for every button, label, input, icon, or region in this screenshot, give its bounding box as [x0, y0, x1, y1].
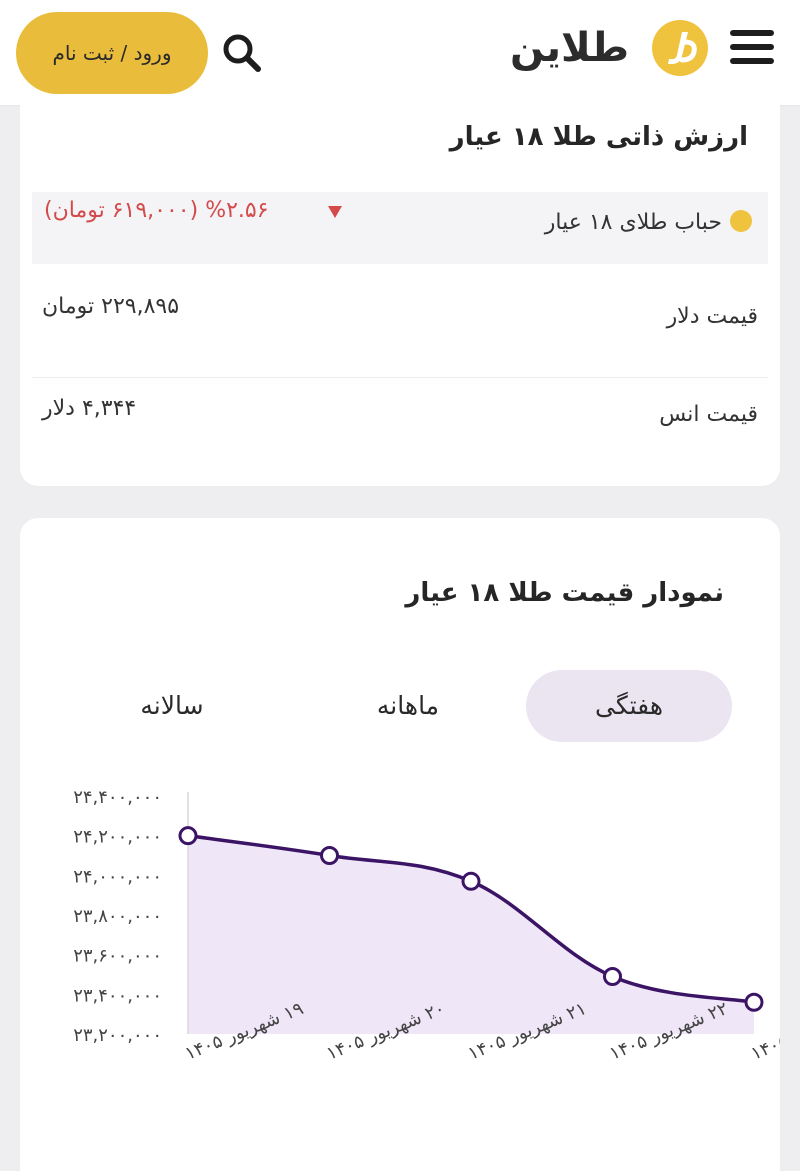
logo-text: طلاین	[510, 25, 630, 71]
ounce-price-value: ۴,۳۴۴ دلار	[42, 396, 137, 421]
hamburger-menu-icon[interactable]	[726, 30, 776, 66]
bubble-label: حباب طلای ۱۸ عیار	[544, 210, 722, 235]
y-tick-label: ۲۳,۶۰۰,۰۰۰	[73, 946, 162, 967]
site-logo[interactable]: طلاین	[510, 18, 710, 78]
menu-bar	[730, 58, 774, 64]
data-point	[320, 846, 339, 865]
dollar-price-row: قیمت دلار ۲۲۹,۸۹۵ تومان	[32, 264, 768, 378]
ounce-price-label: قیمت انس	[659, 402, 758, 427]
y-tick-label: ۲۳,۴۰۰,۰۰۰	[73, 985, 162, 1006]
y-tick-label: ۲۳,۲۰۰,۰۰۰	[73, 1025, 162, 1046]
data-point	[461, 871, 481, 891]
bubble-change-value: %۲.۵۶ (۶۱۹,۰۰۰ تومان)	[44, 198, 269, 223]
logo-mark-icon	[652, 20, 708, 76]
data-point	[744, 992, 764, 1012]
y-tick-label: ۲۳,۸۰۰,۰۰۰	[73, 906, 162, 927]
data-point	[603, 966, 622, 986]
down-arrow-icon	[328, 206, 342, 218]
top-header: طلاین ورود / ثبت نام	[0, 0, 800, 106]
y-tick-label: ۲۴,۲۰۰,۰۰۰	[73, 827, 162, 848]
y-tick-label: ۲۴,۰۰۰,۰۰۰	[73, 866, 162, 887]
data-point	[178, 826, 198, 846]
y-tick-label: ۲۴,۴۰۰,۰۰۰	[73, 787, 162, 808]
login-register-button[interactable]: ورود / ثبت نام	[16, 12, 208, 94]
intrinsic-value-card: ارزش ذاتی طلا ۱۸ عیار حباب طلای ۱۸ عیار …	[20, 96, 780, 486]
chart-area-fill	[188, 835, 754, 1034]
ounce-price-row: قیمت انس ۴,۳۴۴ دلار	[32, 378, 768, 478]
card-title: ارزش ذاتی طلا ۱۸ عیار	[449, 122, 748, 152]
menu-bar	[730, 30, 774, 36]
price-line-chart: ۲۴,۴۰۰,۰۰۰ ۲۴,۲۰۰,۰۰۰ ۲۴,۰۰۰,۰۰۰ ۲۳,۸۰۰,۰۰۰…	[73, 787, 780, 1065]
gold-bubble-row: حباب طلای ۱۸ عیار %۲.۵۶ (۶۱۹,۰۰۰ تومان)	[32, 192, 768, 264]
menu-bar	[730, 44, 774, 50]
yellow-dot-icon	[730, 210, 752, 232]
search-icon[interactable]	[218, 30, 268, 76]
dollar-price-value: ۲۲۹,۸۹۵ تومان	[42, 294, 180, 319]
dollar-price-label: قیمت دلار	[666, 304, 758, 329]
price-chart-card: نمودار قیمت طلا ۱۸ عیار هفتگی ماهانه سال…	[20, 518, 780, 1171]
